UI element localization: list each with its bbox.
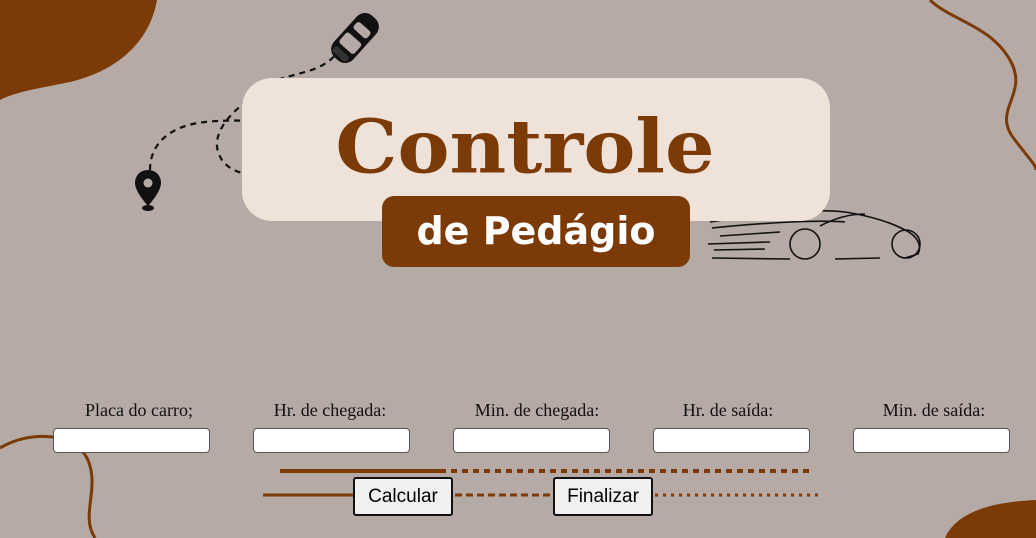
page-subtitle: de Pedágio — [416, 209, 656, 253]
label-arrival-hour: Hr. de chegada: — [273, 400, 387, 420]
label-exit-minute: Min. de saída: — [882, 400, 986, 420]
car-top-view-icon — [331, 13, 379, 63]
calculate-button[interactable]: Calcular — [353, 477, 453, 516]
label-arrival-minute: Min. de chegada: — [474, 400, 600, 420]
finish-button[interactable]: Finalizar — [553, 477, 653, 516]
label-plate: Placa do carro; — [85, 400, 193, 420]
location-pin-icon — [135, 170, 161, 211]
exit-minute-input[interactable] — [853, 428, 1010, 453]
page-title: Controle — [335, 104, 715, 191]
arrival-hour-input[interactable] — [253, 428, 410, 453]
exit-hour-input[interactable] — [653, 428, 810, 453]
top-right-curve — [928, 0, 1036, 171]
top-left-blob — [0, 0, 157, 100]
bottom-right-blob — [945, 500, 1036, 538]
label-exit-hour: Hr. de saída: — [682, 400, 774, 420]
arrival-minute-input[interactable] — [453, 428, 610, 453]
plate-input[interactable] — [53, 428, 210, 453]
